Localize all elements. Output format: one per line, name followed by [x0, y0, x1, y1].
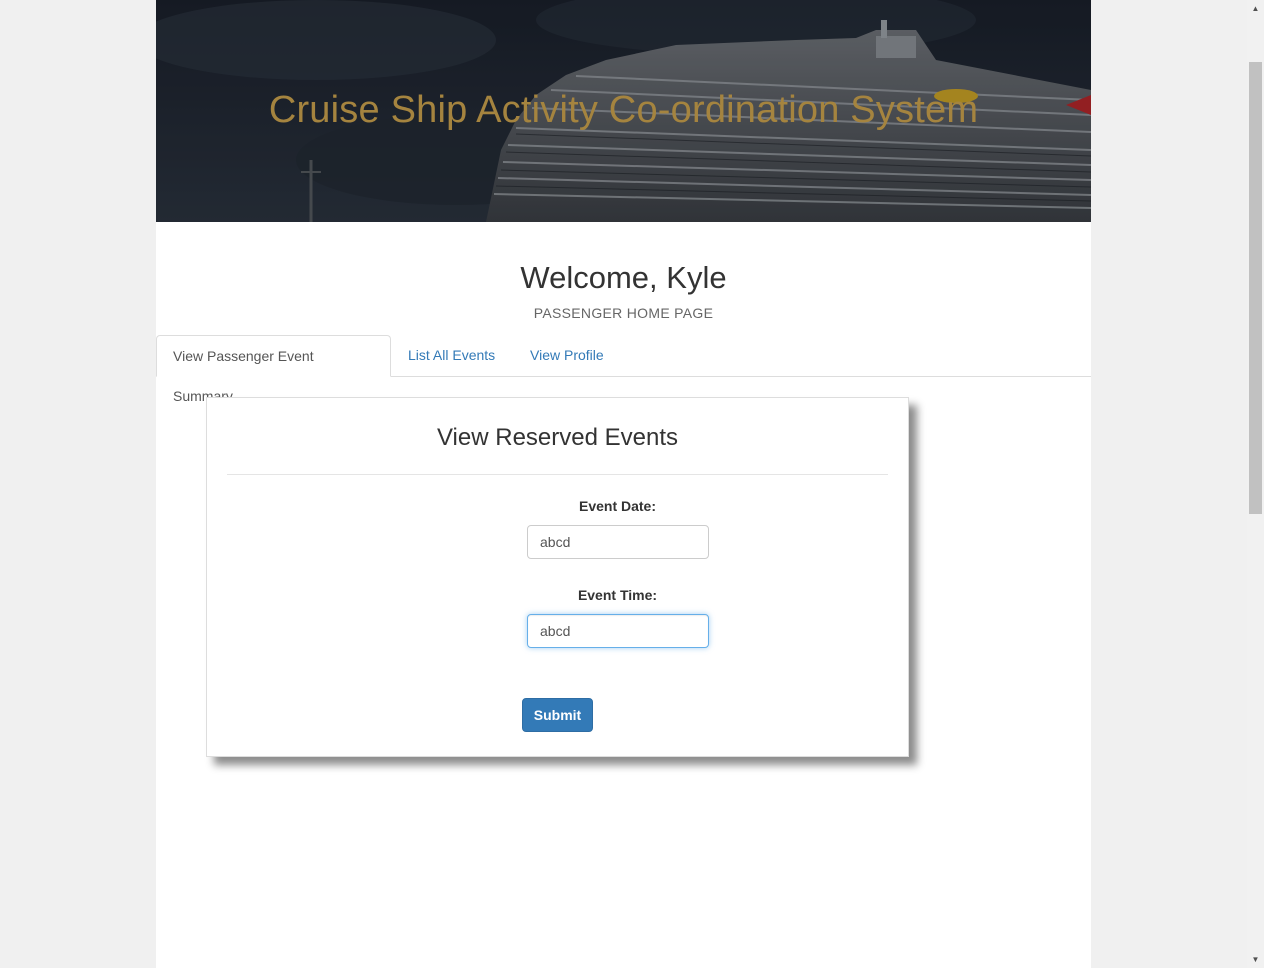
tab-list-all-events[interactable]: List All Events	[392, 335, 511, 376]
vertical-scrollbar[interactable]: ▲ ▼	[1247, 0, 1264, 968]
page-subtitle: PASSENGER HOME PAGE	[533, 305, 714, 321]
scroll-down-arrow-icon[interactable]: ▼	[1247, 951, 1264, 968]
card-title: View Reserved Events	[436, 424, 678, 451]
tab-view-profile[interactable]: View Profile	[514, 335, 620, 376]
event-time-label: Event Time:	[577, 587, 658, 603]
welcome-heading: Welcome, Kyle	[520, 260, 727, 295]
reserved-events-card: View Reserved Events Event Date: Event T…	[206, 397, 909, 757]
event-time-input[interactable]	[527, 614, 709, 648]
event-date-label: Event Date:	[578, 498, 657, 514]
scrollbar-thumb[interactable]	[1249, 62, 1262, 514]
divider	[227, 474, 888, 475]
page-container: Cruise Ship Activity Co-ordination Syste…	[156, 0, 1091, 968]
event-date-input[interactable]	[527, 525, 709, 559]
scroll-up-arrow-icon[interactable]: ▲	[1247, 0, 1264, 17]
header-banner: Cruise Ship Activity Co-ordination Syste…	[156, 0, 1091, 222]
site-title: Cruise Ship Activity Co-ordination Syste…	[268, 89, 979, 131]
tab-bar: View Passenger Event Summary List All Ev…	[156, 335, 1091, 404]
tab-view-passenger-event-summary[interactable]: View Passenger Event Summary	[156, 335, 391, 404]
submit-button[interactable]: Submit	[522, 698, 593, 732]
